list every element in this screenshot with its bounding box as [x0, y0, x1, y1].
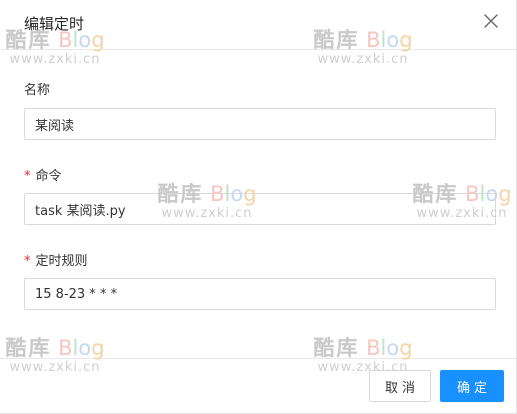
close-button[interactable]	[480, 10, 502, 32]
command-label: * 命令	[24, 165, 62, 184]
name-label-text: 名称	[24, 83, 51, 98]
ok-button[interactable]: 确定	[440, 370, 504, 402]
schedule-input[interactable]	[24, 278, 496, 310]
schedule-label: * 定时规则	[24, 250, 88, 269]
required-mark: *	[24, 169, 31, 184]
dialog-header: 编辑定时	[0, 0, 516, 50]
dialog-footer: 取消 确定	[0, 358, 516, 414]
name-input[interactable]	[24, 108, 496, 140]
dialog-title: 编辑定时	[24, 15, 85, 33]
cancel-button[interactable]: 取消	[369, 370, 431, 402]
edit-schedule-dialog: 编辑定时 名称 *命令 *定时规则 取消 确定 酷库 Blog www.zxki…	[0, 0, 517, 414]
name-label: 名称	[24, 79, 50, 98]
close-icon	[484, 14, 498, 28]
required-mark: *	[24, 254, 31, 269]
command-label-text: 命令	[35, 169, 62, 184]
command-input[interactable]	[24, 193, 496, 225]
schedule-label-text: 定时规则	[35, 254, 88, 269]
